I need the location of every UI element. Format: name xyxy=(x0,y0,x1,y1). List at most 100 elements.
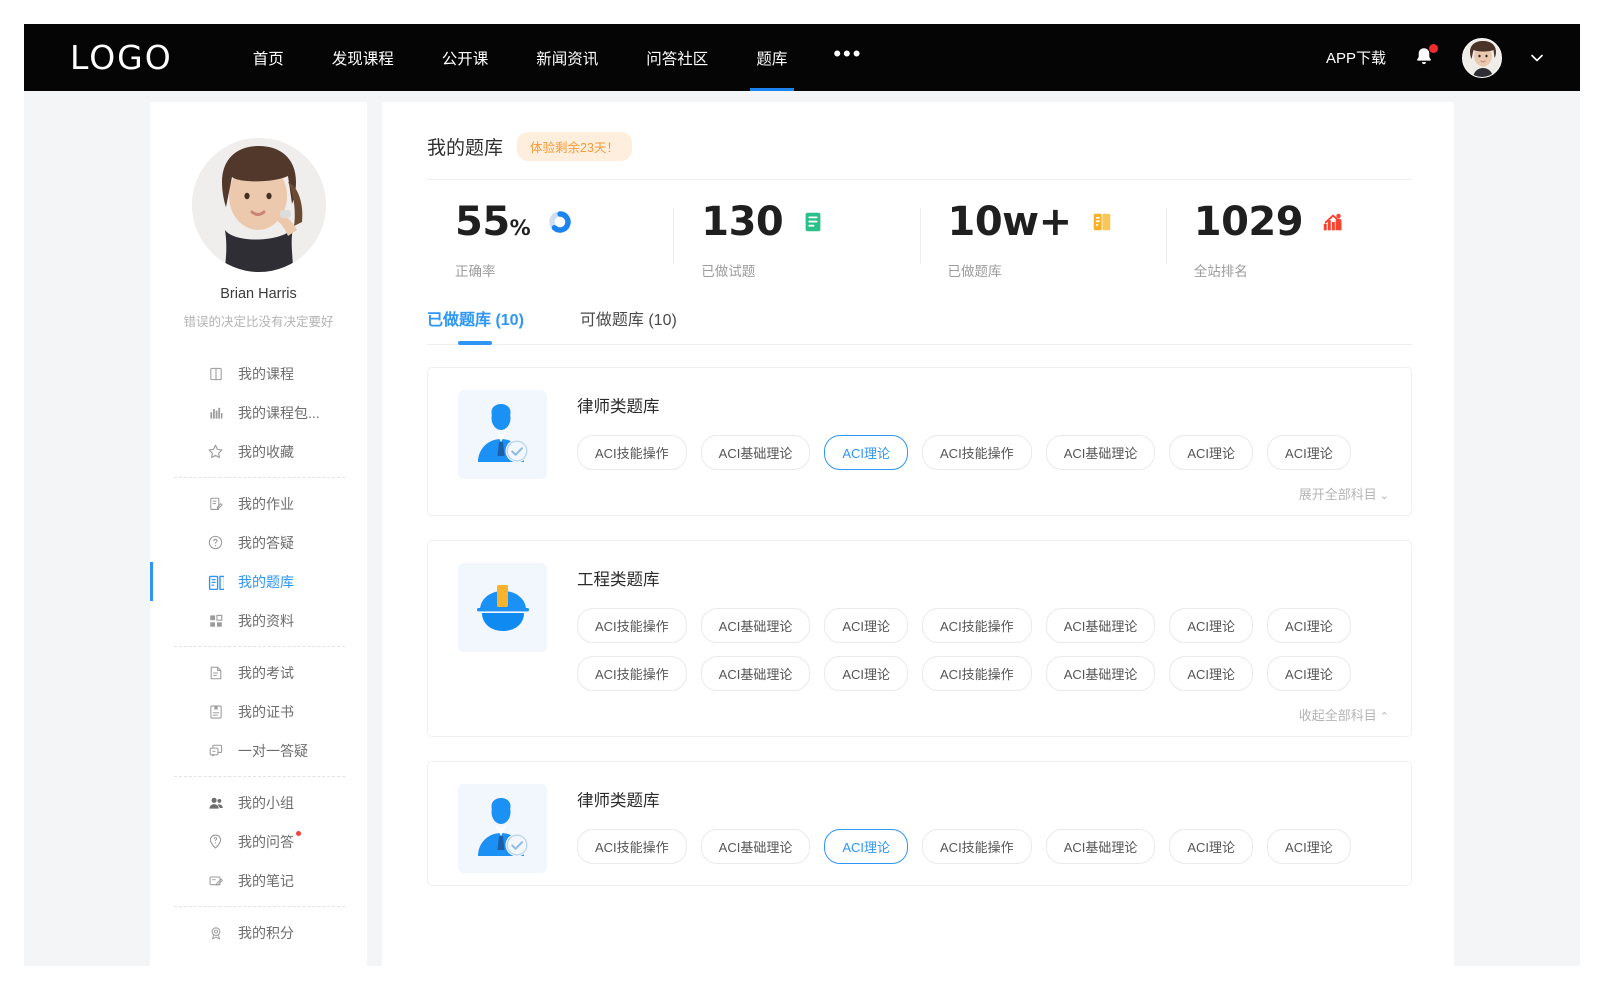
subject-tag-group: ACI技能操作 ACI基础理论 ACI理论 ACI技能操作 ACI基础理论 ACI理论 AC… xyxy=(577,435,1389,470)
donut-chart-icon xyxy=(547,209,573,235)
group-icon xyxy=(208,795,224,811)
lawyer-icon xyxy=(470,796,536,862)
subject-tag[interactable]: ACI理论 xyxy=(1267,435,1351,470)
note-icon xyxy=(208,873,224,889)
subject-tag-group: ACI技能操作 ACI基础理论 ACI理论 ACI技能操作 ACI基础理论 ACI理论 AC… xyxy=(577,608,1389,691)
sidebar-item-12[interactable]: 我的笔记 xyxy=(150,861,367,900)
subject-tag[interactable]: ACI理论 xyxy=(1169,608,1253,643)
sidebar-item-5[interactable]: 我的题库 xyxy=(150,562,367,601)
sidebar-item-1[interactable]: 我的课程包... xyxy=(150,393,367,432)
red-rank-icon xyxy=(1321,210,1345,234)
subject-tag[interactable]: ACI基础理论 xyxy=(1046,656,1156,691)
card-thumbnail xyxy=(458,784,547,873)
tab-1[interactable]: 可做题库 (10) xyxy=(580,306,677,344)
trial-status-badge: 体验剩余23天！ xyxy=(517,132,632,161)
app-download-link[interactable]: APP下载 xyxy=(1326,47,1386,68)
nav-item-2[interactable]: 公开课 xyxy=(418,24,513,91)
stat-number: 130 xyxy=(701,199,783,245)
stat-value-row: 1029 xyxy=(1194,202,1412,242)
nav-item-3[interactable]: 新闻资讯 xyxy=(512,24,622,91)
subject-tag[interactable]: ACI技能操作 xyxy=(922,435,1032,470)
subject-tag[interactable]: ACI理论 xyxy=(824,656,908,691)
site-logo[interactable]: LOGO xyxy=(70,38,173,77)
subject-tag[interactable]: ACI技能操作 xyxy=(922,608,1032,643)
nav-item-4[interactable]: 问答社区 xyxy=(622,24,732,91)
subject-tag[interactable]: ACI技能操作 xyxy=(922,829,1032,864)
subject-tag[interactable]: ACI技能操作 xyxy=(577,435,687,470)
avatar[interactable] xyxy=(1462,38,1502,78)
subject-tag[interactable]: ACI基础理论 xyxy=(1046,829,1156,864)
subject-tag[interactable]: ACI理论 xyxy=(1267,656,1351,691)
notification-badge-dot xyxy=(1429,44,1438,53)
medal-icon xyxy=(208,925,224,941)
homework-icon xyxy=(208,496,224,512)
subject-tag[interactable]: ACI基础理论 xyxy=(1046,435,1156,470)
chat-icon xyxy=(207,742,224,759)
subject-tag[interactable]: ACI理论 xyxy=(1169,435,1253,470)
subject-tag[interactable]: ACI理论 xyxy=(824,435,908,470)
subject-tag[interactable]: ACI技能操作 xyxy=(922,656,1032,691)
subject-tag[interactable]: ACI技能操作 xyxy=(577,656,687,691)
sidebar-item-2[interactable]: 我的收藏 xyxy=(150,432,367,471)
profile-avatar[interactable] xyxy=(192,138,326,272)
subject-tag[interactable]: ACI基础理论 xyxy=(701,829,811,864)
sidebar-item-10[interactable]: 我的小组 xyxy=(150,783,367,822)
question-bank-card[interactable]: 工程类题库ACI技能操作ACI基础理论ACI理论ACI技能操作ACI基础理论AC… xyxy=(427,540,1412,737)
chevron-down-icon[interactable] xyxy=(1528,49,1546,67)
sidebar-item-11[interactable]: 我的问答 xyxy=(150,822,367,861)
subject-tag[interactable]: ACI技能操作 xyxy=(577,829,687,864)
nav-item-5[interactable]: 题库 xyxy=(732,24,811,91)
stat-value-row: 10w+ xyxy=(948,202,1166,242)
sidebar-menu: 我的课程我的课程包...我的收藏我的作业我的答疑我的题库我的资料我的考试我的证书… xyxy=(150,354,367,952)
book-icon xyxy=(207,365,224,382)
subject-tag[interactable]: ACI理论 xyxy=(1267,829,1351,864)
sidebar-item-0[interactable]: 我的课程 xyxy=(150,354,367,393)
subject-tag[interactable]: ACI理论 xyxy=(1169,656,1253,691)
sidebar-item-6[interactable]: 我的资料 xyxy=(150,601,367,640)
sidebar-item-13[interactable]: 我的积分 xyxy=(150,913,367,952)
subject-tag[interactable]: ACI理论 xyxy=(1169,829,1253,864)
menu-divider xyxy=(174,646,345,647)
nav-item-0[interactable]: 首页 xyxy=(229,24,308,91)
material-icon xyxy=(207,612,224,629)
subject-tag[interactable]: ACI理论 xyxy=(824,829,908,864)
stat-label: 已做题库 xyxy=(948,260,1166,280)
expand-subjects-link[interactable]: 展开全部科目⌄ xyxy=(577,484,1389,503)
tab-0[interactable]: 已做题库 (10) xyxy=(427,306,524,344)
notification-bell-button[interactable] xyxy=(1412,45,1436,71)
subject-tag[interactable]: ACI基础理论 xyxy=(701,608,811,643)
card-title: 工程类题库 xyxy=(577,566,1389,590)
question-bank-card[interactable]: 律师类题库ACI技能操作ACI基础理论ACI理论ACI技能操作ACI基础理论AC… xyxy=(427,761,1412,886)
card-body: 律师类题库ACI技能操作ACI基础理论ACI理论ACI技能操作ACI基础理论AC… xyxy=(577,784,1389,873)
sidebar-item-9[interactable]: 一对一答疑 xyxy=(150,731,367,770)
sidebar-item-8[interactable]: 我的证书 xyxy=(150,692,367,731)
page-body: Brian Harris 错误的决定比没有决定要好 我的课程我的课程包...我的… xyxy=(24,91,1580,966)
red-rank-icon xyxy=(1320,209,1346,235)
nav-more-icon[interactable]: ••• xyxy=(811,43,884,65)
sidebar-item-4[interactable]: 我的答疑 xyxy=(150,523,367,562)
chevron-icon: ⌄ xyxy=(1380,490,1389,502)
stat-number: 55 xyxy=(455,199,510,245)
subject-tag-row: ACI技能操作 ACI基础理论 ACI理论 ACI技能操作 ACI基础理论 ACI理论 AC… xyxy=(577,656,1389,691)
yellow-book-icon xyxy=(1090,210,1114,234)
sidebar-item-label: 我的资料 xyxy=(238,611,294,631)
subject-tag[interactable]: ACI技能操作 xyxy=(577,608,687,643)
certificate-icon xyxy=(207,703,224,720)
expand-subjects-label: 收起全部科目 xyxy=(1299,708,1377,723)
certificate-icon xyxy=(208,704,224,720)
subject-tag[interactable]: ACI基础理论 xyxy=(1046,608,1156,643)
expand-subjects-link[interactable]: 收起全部科目⌃ xyxy=(577,705,1389,724)
sidebar-item-label: 我的作业 xyxy=(238,494,294,514)
subject-tag[interactable]: ACI理论 xyxy=(1267,608,1351,643)
stat-card-3: 1029全站排名 xyxy=(1166,202,1412,280)
question-bank-card[interactable]: 律师类题库ACI技能操作ACI基础理论ACI理论ACI技能操作ACI基础理论AC… xyxy=(427,367,1412,516)
book-icon xyxy=(208,366,224,382)
subject-tag[interactable]: ACI基础理论 xyxy=(701,435,811,470)
subject-tag[interactable]: ACI理论 xyxy=(824,608,908,643)
sidebar-item-7[interactable]: 我的考试 xyxy=(150,653,367,692)
subject-tag[interactable]: ACI基础理论 xyxy=(701,656,811,691)
sidebar-item-3[interactable]: 我的作业 xyxy=(150,484,367,523)
card-thumbnail xyxy=(458,563,547,652)
bar-chart-icon xyxy=(208,405,224,421)
nav-item-1[interactable]: 发现课程 xyxy=(308,24,418,91)
